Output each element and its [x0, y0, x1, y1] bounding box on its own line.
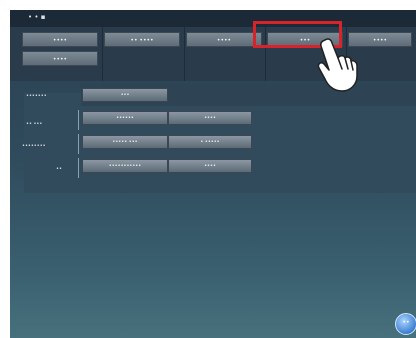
- app-title: • • ▪: [28, 13, 46, 21]
- tab-1[interactable]: ••••: [22, 32, 98, 47]
- tab-6[interactable]: ••••: [22, 51, 98, 66]
- tab-divider: [184, 27, 185, 81]
- tab-divider: [102, 27, 103, 81]
- row-divider: [78, 158, 79, 178]
- row4-button-1[interactable]: •••••••••••: [82, 159, 168, 173]
- row-divider: [78, 110, 79, 130]
- row-label: •••••••: [26, 93, 47, 99]
- row3-button-1[interactable]: ••••• •••: [82, 135, 168, 149]
- help-circle-button[interactable]: ••: [395, 313, 416, 335]
- row3-button-2[interactable]: • •••••: [168, 135, 252, 149]
- row-label: •• •••: [26, 121, 43, 127]
- row2-button-2[interactable]: ••••: [168, 111, 252, 125]
- tab-3[interactable]: ••••: [186, 32, 262, 47]
- row-label: ••: [56, 166, 62, 172]
- row1-button-1[interactable]: •••: [82, 88, 168, 102]
- row-label: ••••••••: [22, 143, 46, 149]
- tab-2[interactable]: •• ••••: [104, 32, 180, 47]
- row4-button-2[interactable]: ••••: [168, 159, 252, 173]
- row2-button-1[interactable]: ••••••: [82, 111, 168, 125]
- row-divider: [78, 134, 79, 154]
- pointing-hand-icon: [312, 36, 362, 94]
- title-bar: • • ▪: [10, 10, 416, 27]
- help-circle-label: ••: [402, 319, 410, 326]
